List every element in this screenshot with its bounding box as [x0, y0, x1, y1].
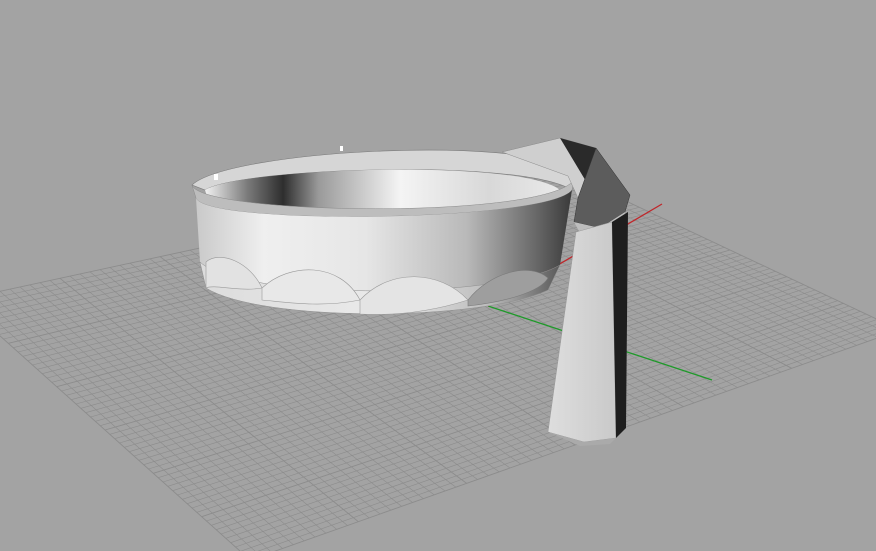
- rim-notch: [340, 146, 343, 151]
- rim-notch: [214, 174, 218, 180]
- viewport-canvas[interactable]: [0, 0, 876, 551]
- 3d-viewport[interactable]: [0, 0, 876, 551]
